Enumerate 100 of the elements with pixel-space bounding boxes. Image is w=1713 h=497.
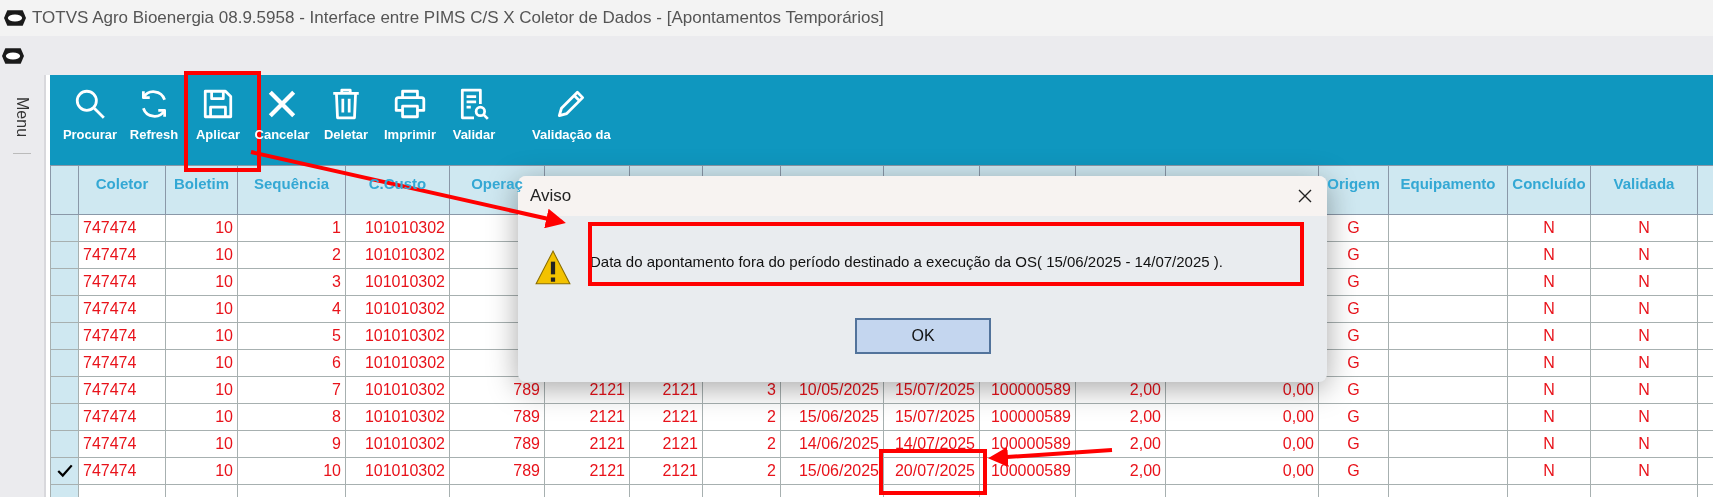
table-cell: 2121 — [589, 381, 625, 398]
printer-icon — [393, 87, 427, 121]
table-cell: 5 — [332, 327, 341, 344]
table-cell: 4 — [332, 300, 341, 317]
logo-icon[interactable] — [2, 46, 24, 65]
table-cell: 2 — [332, 246, 341, 263]
search-icon — [73, 87, 107, 121]
table-cell: 101010302 — [364, 246, 445, 263]
table-cell: 747474 — [83, 462, 137, 479]
table-cell: G — [1347, 462, 1360, 479]
table-cell: 10 — [215, 354, 233, 371]
table-cell: 747474 — [83, 381, 137, 398]
table-cell: 0,00 — [1282, 435, 1314, 452]
table-cell: 14/06/2025 — [798, 435, 879, 452]
table-cell: 2 — [767, 462, 776, 479]
toolbar-button[interactable]: Aplicar — [186, 87, 250, 142]
toolbar-button[interactable]: Procurar — [58, 87, 122, 142]
table-cell: 747474 — [83, 408, 137, 425]
table-cell: 2121 — [662, 408, 698, 425]
table-cell: N — [1638, 246, 1650, 263]
table-cell: 101010302 — [364, 219, 445, 236]
column-header[interactable]: Operaç — [471, 175, 523, 192]
save-icon — [201, 87, 235, 121]
table-cell: 2121 — [589, 435, 625, 452]
table-cell: 10 — [215, 327, 233, 344]
close-icon[interactable] — [1297, 188, 1313, 204]
dialog-title: Aviso — [530, 186, 572, 206]
table-cell: 2 — [767, 435, 776, 452]
table-cell: G — [1347, 354, 1360, 371]
table-cell: N — [1543, 219, 1555, 236]
menu-tab[interactable]: Menu — [13, 95, 31, 155]
table-cell: 100000589 — [990, 435, 1071, 452]
table-cell: 747474 — [83, 219, 137, 236]
table-cell: N — [1543, 435, 1555, 452]
column-header[interactable]: Validada — [1613, 175, 1675, 192]
table-cell: G — [1347, 381, 1360, 398]
table-cell: 10/05/2025 — [798, 381, 879, 398]
table-cell: N — [1638, 327, 1650, 344]
table-cell: 7 — [332, 381, 341, 398]
table-cell: 2,00 — [1129, 435, 1161, 452]
table-cell: 15/06/2025 — [798, 408, 879, 425]
table-cell: 789 — [513, 408, 540, 425]
table-cell: 0,00 — [1282, 462, 1314, 479]
table-cell: 101010302 — [364, 381, 445, 398]
toolbar-button[interactable]: Validação da — [528, 87, 615, 142]
toolbar-button[interactable]: Refresh — [122, 87, 186, 142]
table-cell: 747474 — [83, 327, 137, 344]
table-cell: 8 — [332, 408, 341, 425]
table-cell: G — [1347, 246, 1360, 263]
table-cell: N — [1638, 273, 1650, 290]
table-cell: 100000589 — [990, 381, 1071, 398]
table-cell: 101010302 — [364, 435, 445, 452]
table-cell: 10 — [215, 381, 233, 398]
table-cell: 2,00 — [1129, 381, 1161, 398]
table-cell: 15/07/2025 — [894, 381, 975, 398]
table-cell: 101010302 — [364, 300, 445, 317]
toolbar-button[interactable]: Validar — [442, 87, 506, 142]
table-cell: 747474 — [83, 246, 137, 263]
ok-button[interactable]: OK — [855, 318, 991, 354]
table-cell: N — [1638, 435, 1650, 452]
table-cell: 789 — [513, 462, 540, 479]
table-cell: 10 — [215, 462, 233, 479]
table-cell: 2121 — [662, 435, 698, 452]
table-cell: 0,00 — [1282, 381, 1314, 398]
warning-icon — [534, 249, 572, 287]
table-cell: 101010302 — [364, 408, 445, 425]
table-cell: 747474 — [83, 273, 137, 290]
table-cell: 100000589 — [990, 408, 1071, 425]
table-cell: N — [1638, 354, 1650, 371]
toolbar-button[interactable]: Deletar — [314, 87, 378, 142]
table-cell: 9 — [332, 435, 341, 452]
table-cell: N — [1638, 408, 1650, 425]
table-cell: 1 — [332, 219, 341, 236]
table-cell: G — [1347, 300, 1360, 317]
table-cell: G — [1347, 435, 1360, 452]
table-cell: G — [1347, 408, 1360, 425]
table-cell: 101010302 — [364, 354, 445, 371]
table-cell: N — [1543, 327, 1555, 344]
table-cell: 100000589 — [990, 462, 1071, 479]
table-cell: N — [1543, 462, 1555, 479]
table-cell: 789 — [513, 381, 540, 398]
table-cell: 101010302 — [364, 273, 445, 290]
table-cell: 20/07/2025 — [894, 462, 975, 479]
table-cell: N — [1638, 300, 1650, 317]
table-cell: N — [1638, 219, 1650, 236]
table-cell: 789 — [513, 435, 540, 452]
table-cell: N — [1543, 381, 1555, 398]
table-cell: 10 — [215, 246, 233, 263]
table-cell: G — [1347, 273, 1360, 290]
table-cell: 15/06/2025 — [798, 462, 879, 479]
table-cell: N — [1638, 462, 1650, 479]
table-cell: N — [1543, 408, 1555, 425]
table-cell: 2121 — [589, 462, 625, 479]
table-cell: 101010302 — [364, 327, 445, 344]
table-cell: 0,00 — [1282, 408, 1314, 425]
table-cell: 101010302 — [364, 462, 445, 479]
table-cell: 15/07/2025 — [894, 408, 975, 425]
table-cell: G — [1347, 219, 1360, 236]
table-cell: 747474 — [83, 300, 137, 317]
toolbar-button[interactable]: Imprimir — [378, 87, 442, 142]
